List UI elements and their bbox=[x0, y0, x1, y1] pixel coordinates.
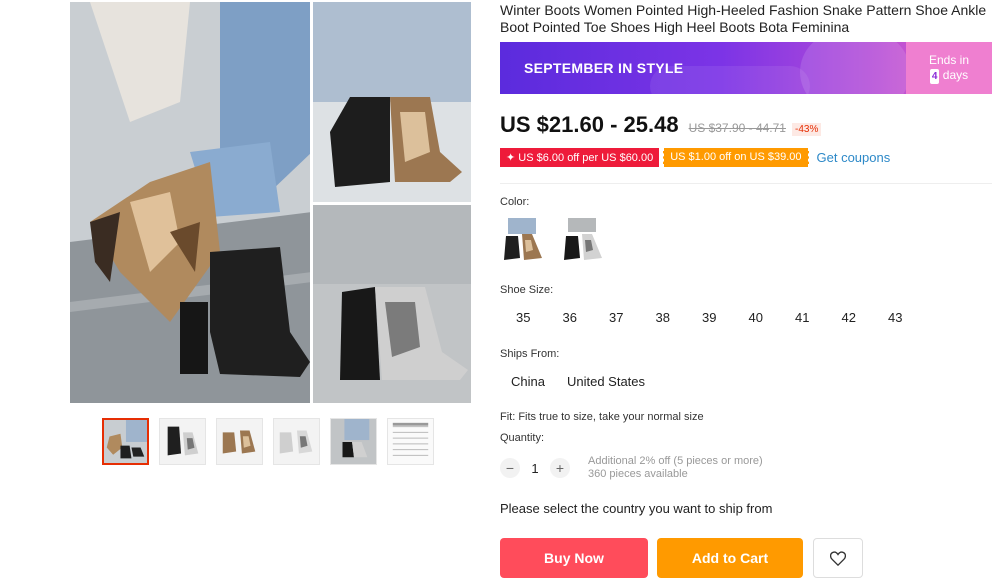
size-options: 35 36 37 38 39 40 41 42 43 bbox=[500, 304, 919, 332]
quantity-info: Additional 2% off (5 pieces or more) 360… bbox=[588, 455, 763, 481]
get-coupons-link[interactable]: Get coupons bbox=[817, 150, 891, 165]
ships-from-options: China United States bbox=[500, 368, 645, 396]
divider bbox=[500, 183, 992, 184]
size-option[interactable]: 39 bbox=[686, 304, 733, 332]
ships-from-label: Ships From: bbox=[500, 348, 560, 360]
add-to-cart-button[interactable]: Add to Cart bbox=[657, 538, 803, 578]
thumbnail-4[interactable] bbox=[273, 418, 320, 465]
fit-info: Fit: Fits true to size, take your normal… bbox=[500, 411, 704, 423]
color-label: Color: bbox=[500, 196, 530, 208]
wishlist-button[interactable] bbox=[813, 538, 863, 578]
countdown-prefix: Ends in bbox=[928, 53, 970, 67]
coupon-row: ✦ US $6.00 off per US $60.00 US $1.00 of… bbox=[500, 148, 890, 167]
price-row: US $21.60 - 25.48 US $37.90 - 44.71 -43% bbox=[500, 112, 822, 138]
banner-countdown: Ends in 4 days bbox=[906, 42, 992, 94]
banner-title: SEPTEMBER IN STYLE bbox=[524, 60, 684, 76]
color-option-brown-snake[interactable] bbox=[500, 218, 548, 266]
promo-banner[interactable]: SEPTEMBER IN STYLE Ends in 4 days bbox=[500, 42, 992, 94]
ships-from-china[interactable]: China bbox=[511, 368, 545, 396]
size-option[interactable]: 40 bbox=[733, 304, 780, 332]
size-option[interactable]: 35 bbox=[500, 304, 547, 332]
thumbnail-3[interactable] bbox=[216, 418, 263, 465]
size-option[interactable]: 36 bbox=[547, 304, 594, 332]
main-product-image[interactable] bbox=[70, 2, 471, 403]
size-option[interactable]: 38 bbox=[640, 304, 687, 332]
thumbnail-strip bbox=[102, 418, 434, 465]
thumbnail-1[interactable] bbox=[102, 418, 149, 465]
original-price: US $37.90 - 44.71 bbox=[688, 121, 786, 135]
quantity-input[interactable] bbox=[520, 460, 550, 476]
buy-now-button[interactable]: Buy Now bbox=[500, 538, 648, 578]
thumbnail-5[interactable] bbox=[330, 418, 377, 465]
size-option[interactable]: 41 bbox=[779, 304, 826, 332]
size-option[interactable]: 42 bbox=[826, 304, 873, 332]
current-price: US $21.60 - 25.48 bbox=[500, 112, 679, 137]
product-photo-collage bbox=[70, 2, 471, 403]
size-label: Shoe Size: bbox=[500, 284, 554, 296]
product-title: Winter Boots Women Pointed High-Heeled F… bbox=[500, 2, 987, 35]
quantity-increase-button[interactable]: + bbox=[550, 458, 570, 478]
thumbnail-2[interactable] bbox=[159, 418, 206, 465]
select-coupon-badge[interactable]: US $1.00 off on US $39.00 bbox=[663, 148, 809, 167]
color-option-white-snake[interactable] bbox=[560, 218, 608, 266]
quantity-stepper: − + Additional 2% off (5 pieces or more)… bbox=[500, 455, 763, 481]
ships-from-united-states[interactable]: United States bbox=[567, 368, 645, 396]
store-coupon-badge[interactable]: ✦ US $6.00 off per US $60.00 bbox=[500, 148, 660, 167]
heart-icon bbox=[830, 550, 846, 566]
thumbnail-6-size-chart[interactable] bbox=[387, 418, 434, 465]
size-option[interactable]: 37 bbox=[593, 304, 640, 332]
discount-badge: -43% bbox=[791, 123, 822, 136]
quantity-label: Quantity: bbox=[500, 432, 545, 444]
countdown-suffix: days bbox=[942, 68, 969, 82]
bulk-discount-text: Additional 2% off (5 pieces or more) bbox=[588, 455, 763, 467]
color-options bbox=[500, 218, 608, 266]
size-option[interactable]: 43 bbox=[872, 304, 919, 332]
shipping-message: Please select the country you want to sh… bbox=[500, 501, 773, 516]
stock-available-text: 360 pieces available bbox=[588, 468, 688, 480]
quantity-decrease-button[interactable]: − bbox=[500, 458, 520, 478]
countdown-days: 4 bbox=[929, 69, 940, 84]
banner-decoration bbox=[800, 42, 910, 94]
